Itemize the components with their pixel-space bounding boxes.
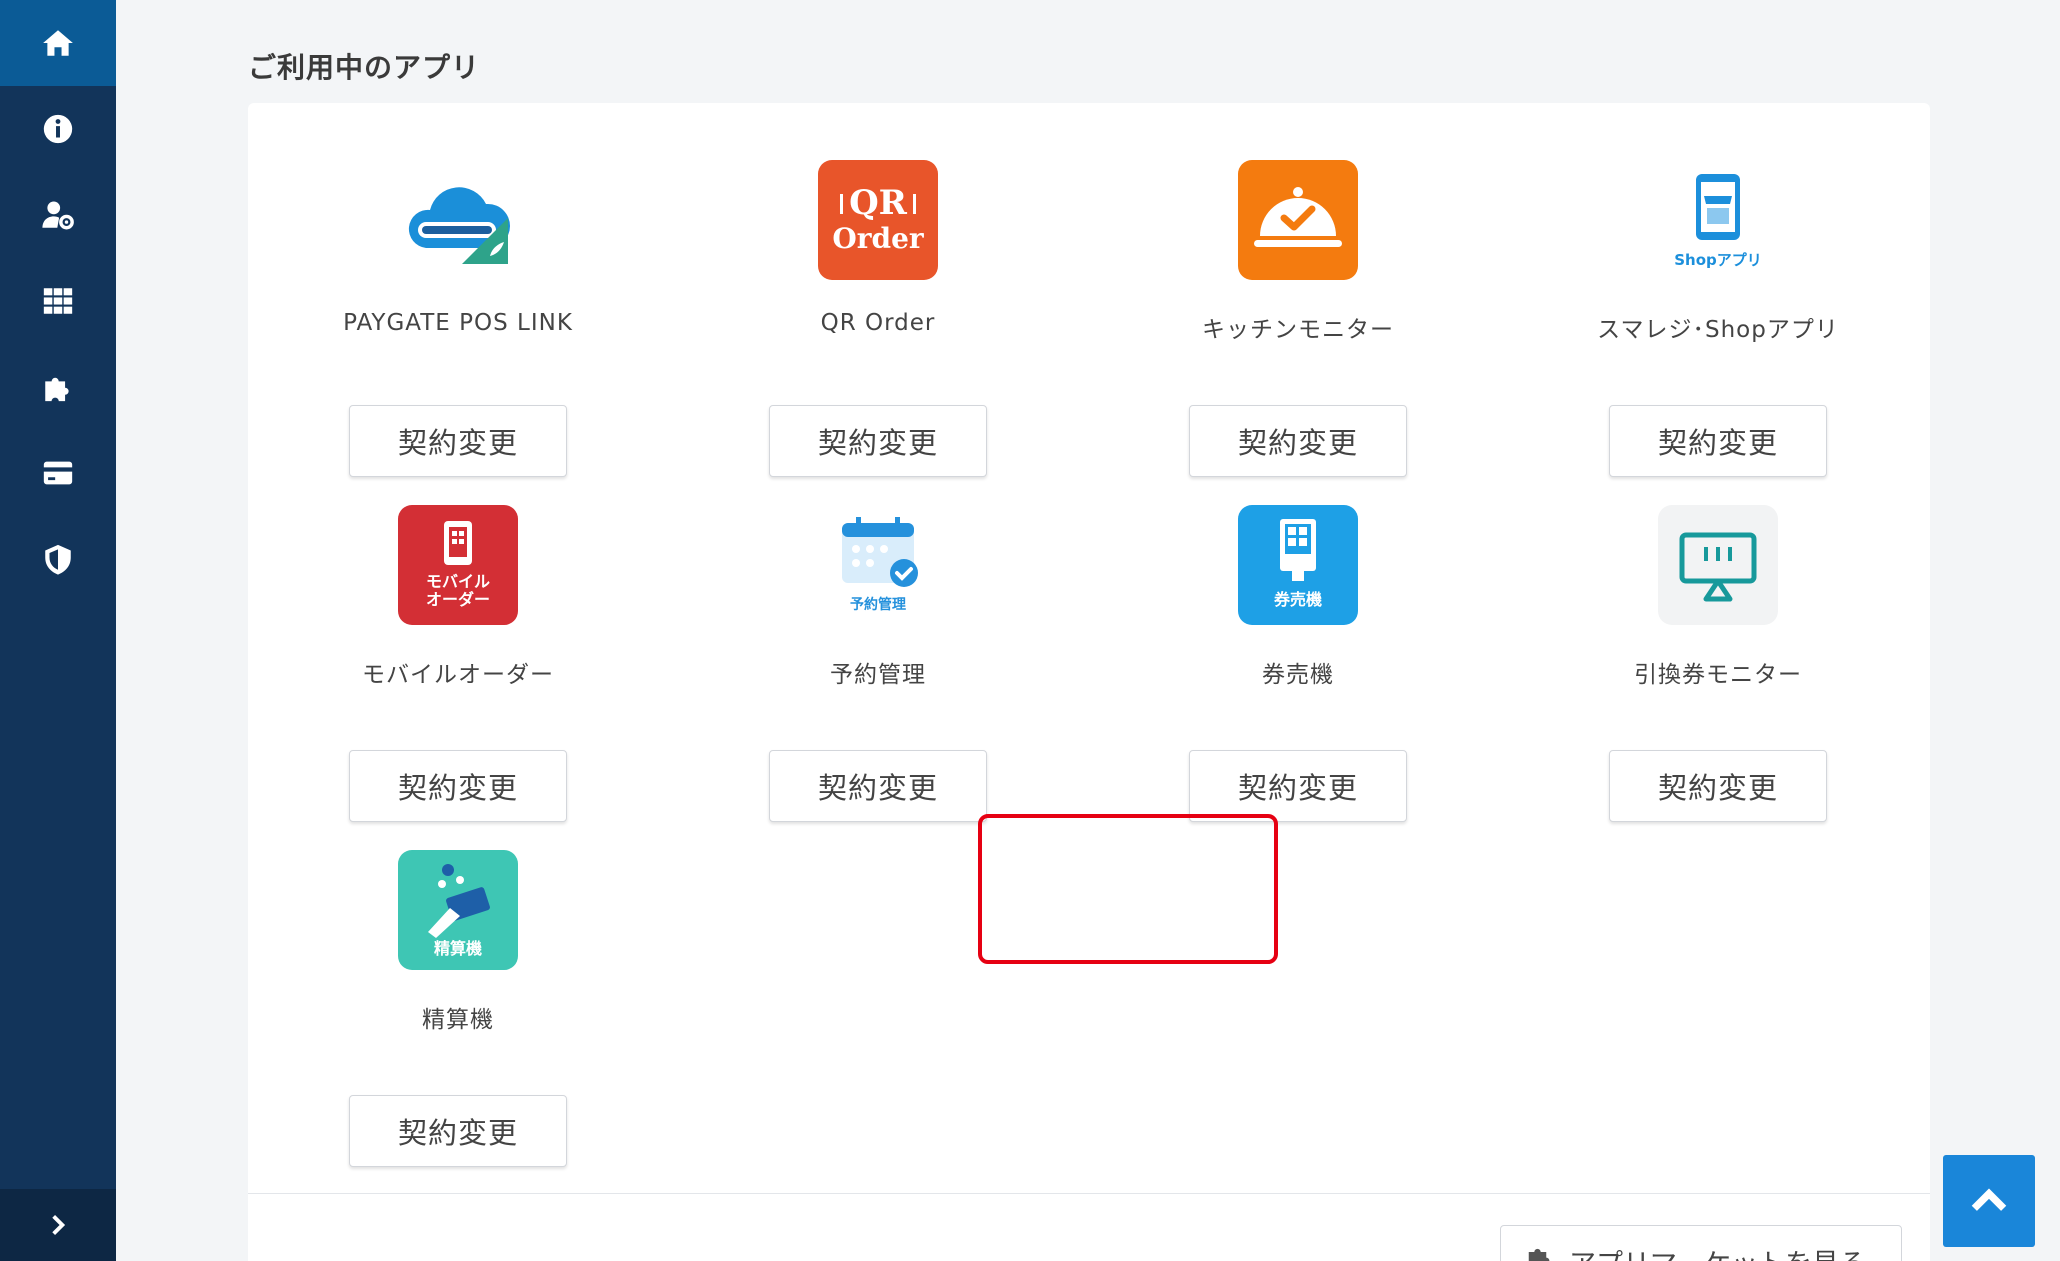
ticket-machine-icon: 券売機: [1238, 505, 1358, 625]
apps-grid-icon: [43, 288, 73, 314]
app-tile-payment-machine: 精算機 精算機 契約変更: [248, 793, 668, 1167]
highlight-box: [978, 814, 1278, 964]
app-market-button[interactable]: アプリマーケットを見る: [1500, 1225, 1902, 1261]
sidebar-item-apps[interactable]: [0, 258, 116, 344]
contract-change-button[interactable]: 契約変更: [349, 1095, 567, 1167]
app-tile-ticket-machine: 券売機 券売機 契約変更: [1088, 448, 1508, 822]
contract-change-button[interactable]: 契約変更: [769, 750, 987, 822]
app-tile-mobile-order: モバイル オーダー モバイルオーダー 契約変更: [248, 448, 668, 822]
svg-text:精算機: 精算機: [434, 939, 482, 958]
sidebar-item-security[interactable]: [0, 516, 116, 602]
voucher-monitor-icon: [1658, 505, 1778, 625]
svg-text:オーダー: オーダー: [426, 590, 490, 609]
app-tile-shop-app: Shopアプリ スマレジ･Shopアプリ 契約変更: [1508, 103, 1928, 477]
sidebar-item-info[interactable]: [0, 86, 116, 172]
home-icon: [43, 30, 73, 56]
app-tile-qr-order: QR Order QR Order 契約変更: [668, 103, 1088, 477]
payment-machine-icon: 精算機: [398, 850, 518, 970]
svg-text:QR: QR: [849, 183, 908, 223]
sidebar-item-extensions[interactable]: [0, 344, 116, 430]
credit-card-icon: [43, 461, 73, 485]
app-name: 引換券モニター: [1634, 662, 1802, 688]
app-name: モバイルオーダー: [362, 662, 554, 688]
svg-text:モバイル: モバイル: [426, 572, 490, 591]
app-name: 予約管理: [830, 662, 926, 688]
sidebar-item-user-settings[interactable]: [0, 172, 116, 258]
apps-card: PAYGATE POS LINK 契約変更 QR Order QR Order …: [248, 103, 1930, 1261]
app-market-label: アプリマーケットを見る: [1569, 1242, 1866, 1261]
reservation-icon: 予約管理: [818, 505, 938, 625]
kitchen-monitor-icon: [1238, 160, 1358, 280]
shop-app-icon: Shopアプリ: [1658, 160, 1778, 280]
scroll-to-top-button[interactable]: [1943, 1155, 2035, 1247]
app-name: QR Order: [820, 310, 936, 336]
mobile-order-icon: モバイル オーダー: [398, 505, 518, 625]
app-name: スマレジ･Shopアプリ: [1597, 317, 1839, 343]
shield-icon: [45, 544, 71, 575]
contract-change-button[interactable]: 契約変更: [1189, 750, 1407, 822]
qr-order-icon: QR Order: [818, 160, 938, 280]
svg-text:券売機: 券売機: [1273, 590, 1322, 609]
app-tile-voucher-monitor: 引換券モニター 契約変更: [1508, 448, 1928, 822]
chevron-right-icon: [52, 1214, 66, 1236]
app-name: キッチンモニター: [1202, 317, 1394, 343]
chevron-up-icon: [1971, 1188, 2007, 1211]
sidebar-item-home[interactable]: [0, 0, 116, 86]
svg-text:Shopアプリ: Shopアプリ: [1674, 251, 1762, 269]
app-name: PAYGATE POS LINK: [343, 310, 573, 336]
app-name: 券売機: [1262, 662, 1334, 688]
divider: [248, 1193, 1930, 1194]
user-settings-icon: [42, 201, 74, 230]
app-tile-reservation: 予約管理 予約管理 契約変更: [668, 448, 1088, 822]
sidebar: [0, 0, 116, 1261]
svg-text:予約管理: 予約管理: [850, 596, 906, 613]
svg-text:Order: Order: [832, 222, 925, 255]
app-name: 精算機: [422, 1007, 494, 1033]
sidebar-item-billing[interactable]: [0, 430, 116, 516]
puzzle-icon: [45, 377, 69, 402]
puzzle-icon: [1528, 1248, 1550, 1261]
contract-change-button[interactable]: 契約変更: [1609, 750, 1827, 822]
info-icon: [43, 114, 73, 144]
paygate-cloud-icon: [398, 160, 518, 280]
app-tile-kitchen-monitor: キッチンモニター 契約変更: [1088, 103, 1508, 477]
app-tile-paygate: PAYGATE POS LINK 契約変更: [248, 103, 668, 477]
sidebar-expand-toggle[interactable]: [0, 1189, 116, 1261]
section-title: ご利用中のアプリ: [248, 51, 481, 84]
